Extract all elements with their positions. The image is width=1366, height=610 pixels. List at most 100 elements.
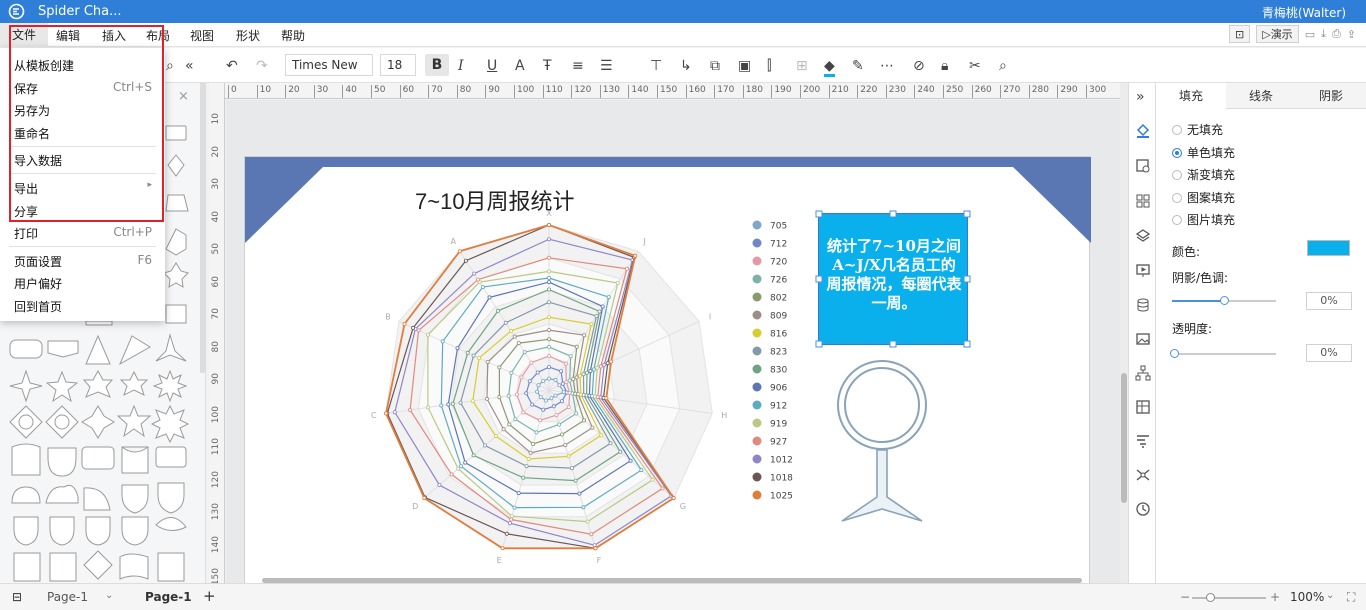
style-icon[interactable] [1135,158,1151,174]
connector-icon[interactable]: ↳ [680,57,692,75]
line-spacing-icon[interactable]: ☰ [600,57,613,75]
shuffle-icon[interactable] [1135,467,1151,483]
font-size-select[interactable]: 18 [380,54,416,76]
figure-head-outer[interactable] [837,360,927,450]
radar-point [529,360,534,365]
table-image-icon[interactable] [1135,399,1151,415]
transparency-slider[interactable] [1170,349,1276,358]
download-icon[interactable]: ⤓ [1321,27,1326,41]
tab-shadow[interactable]: 阴影 [1296,83,1366,109]
align-icon[interactable]: ≡ [572,57,584,75]
zoom-in-icon[interactable]: + [1270,590,1280,604]
bold-button[interactable]: B [425,54,449,76]
redo-icon[interactable]: ↷ [256,57,268,75]
font-family-select[interactable]: Times New ... [285,54,373,92]
radar-point [514,392,519,397]
search-icon[interactable]: ⌕ [166,57,174,75]
shade-slider-knob[interactable] [1220,296,1229,305]
fullscreen-icon[interactable]: ⛶ [1347,590,1355,605]
radar-point [593,546,598,551]
expand-panel-icon[interactable]: » [1136,89,1145,105]
italic-button[interactable]: I [458,57,464,75]
print-icon[interactable]: ⎙ [1332,27,1341,41]
collapse-icon[interactable]: « [185,57,194,75]
ruler-tick: 20 [211,145,221,157]
menu-page-setup[interactable]: 页面设置 [14,253,62,270]
legend-swatch [752,418,762,428]
format-lines-icon[interactable] [1135,433,1151,449]
color-swatch[interactable] [1307,240,1350,256]
crop-icon[interactable]: ⊞ [796,57,808,75]
zoom-slider[interactable] [1192,593,1266,602]
drawing-canvas[interactable]: 7~10月周报统计 XJIHGFEDCBA 705 712 720 726 802 809… [226,100,1120,586]
share-icon[interactable]: ⇪ [1347,28,1356,41]
lock-icon[interactable]: 🔒︎ [941,57,948,75]
textbox-icon[interactable]: ⊤ [650,57,662,75]
fill-color-icon[interactable]: ◆ [824,57,835,77]
transparency-slider-knob[interactable] [1170,349,1179,358]
page-selector[interactable]: Page-1 [47,590,88,604]
transparency-value[interactable]: 0% [1306,344,1352,362]
radio-solid-fill[interactable]: 单色填充 [1172,144,1235,161]
shade-slider[interactable] [1172,296,1276,305]
menu-preferences[interactable]: 用户偏好 [14,275,62,292]
align-objects-icon[interactable]: ⫿ [767,57,771,75]
legend-swatch [752,292,762,302]
zoom-slider-knob[interactable] [1206,593,1215,602]
zoom-level[interactable]: 100% [1290,590,1324,604]
vertical-scroll-thumb[interactable] [1121,373,1127,503]
chevron-down-icon[interactable]: ⌄ [105,590,113,601]
grid-icon[interactable] [1135,193,1151,209]
vertical-scrollbar[interactable] [1120,83,1128,583]
layers-icon[interactable] [1135,228,1151,244]
presentation-icon[interactable] [1135,263,1151,279]
radio-no-fill[interactable]: 无填充 [1172,121,1223,138]
fill-bucket-icon[interactable] [1135,123,1151,139]
save-icon[interactable]: ▭ [1305,28,1315,41]
present-button[interactable]: ▷ 演示 [1256,25,1299,43]
screen-button[interactable]: ⊡ [1229,25,1251,43]
page-tab-active[interactable]: Page-1 [145,590,192,604]
radar-point [553,377,558,382]
radar-chart[interactable]: X J I H G F E D C B A [371,209,727,565]
drawing-page[interactable]: 7~10月周报统计 XJIHGFEDCBA 705 712 720 726 802 809… [244,156,1091,586]
radio-gradient-fill[interactable]: 渐变填充 [1172,166,1235,183]
edit-shape-icon[interactable]: ⊘ [913,57,925,75]
tools-icon[interactable]: ✂ [969,57,981,75]
line-style-icon[interactable]: ⋯ [880,57,894,75]
menu-help[interactable]: 帮助 [281,27,305,44]
text-style-icon[interactable]: Ŧ [543,57,552,75]
font-color-icon[interactable]: A [515,57,525,75]
tab-line[interactable]: 线条 [1226,83,1296,109]
figure-body[interactable] [841,449,923,522]
radar-point [536,383,541,388]
radar-point [446,402,451,407]
menu-shape[interactable]: 形状 [236,27,260,44]
group-icon[interactable]: ▣ [738,57,751,75]
line-color-icon[interactable]: ✎ [852,57,864,75]
zoom-out-icon[interactable]: − [1180,590,1190,604]
page-layout-icon[interactable]: ⊟ [12,590,22,604]
user-menu[interactable]: 青梅桃(Walter) [1262,4,1346,21]
menu-home[interactable]: 回到首页 [14,298,62,315]
add-page-icon[interactable]: + [203,587,216,605]
database-icon[interactable] [1135,297,1151,313]
underline-button[interactable]: U [487,57,497,75]
shade-value[interactable]: 0% [1306,292,1352,310]
legend-label-830: 830 [770,366,787,376]
selection-handles[interactable] [813,208,973,350]
zoom-dropdown-icon[interactable]: ⌄ [1326,590,1334,601]
library-scrollbar[interactable] [200,83,206,373]
menu-view[interactable]: 视图 [190,27,214,44]
radio-pattern-fill[interactable]: 图案填充 [1172,189,1235,206]
arrange-icon[interactable]: ⧉ [710,57,720,75]
ruler-tick: 220 [857,85,877,98]
radio-picture-fill[interactable]: 图片填充 [1172,211,1235,228]
org-chart-icon[interactable] [1135,365,1151,381]
menu-print[interactable]: 打印 [14,225,38,242]
image-icon[interactable] [1135,331,1151,347]
history-icon[interactable] [1135,501,1151,517]
zoom-search-icon[interactable]: ⌕ [999,57,1007,75]
undo-icon[interactable]: ↶ [226,57,238,75]
tab-fill[interactable]: 填充 [1156,83,1226,109]
